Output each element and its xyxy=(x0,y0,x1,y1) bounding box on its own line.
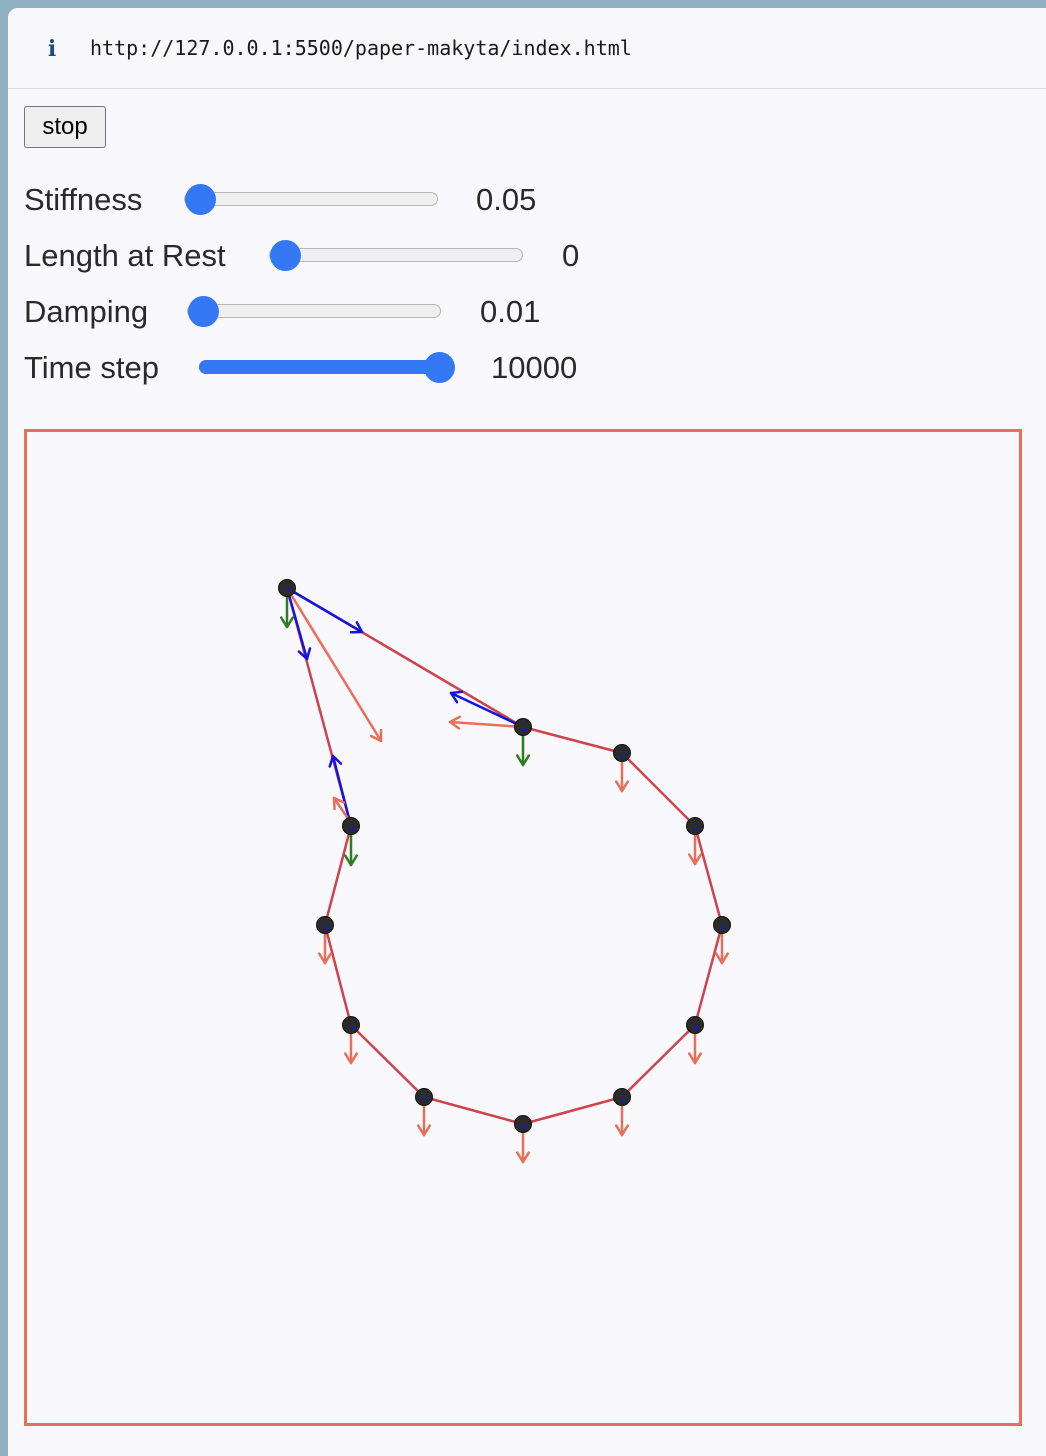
spring-segment xyxy=(323,825,353,926)
damping-value: 0.01 xyxy=(480,294,541,329)
mass-node xyxy=(278,579,296,597)
info-icon[interactable]: i xyxy=(44,37,60,61)
mass-node xyxy=(613,744,631,762)
spring-segment xyxy=(423,1095,524,1126)
mass-node-center xyxy=(423,1097,428,1102)
mass-node xyxy=(713,916,731,934)
mass-node xyxy=(514,718,532,736)
spring-segment xyxy=(350,1024,425,1098)
length-at-rest-value: 0 xyxy=(562,238,580,273)
spring-segment xyxy=(621,752,696,827)
mass-node xyxy=(686,1016,704,1034)
time-step-slider[interactable] xyxy=(199,352,455,383)
browser-window: i http://127.0.0.1:5500/paper-makyta/ind… xyxy=(8,8,1046,1456)
mass-node-center xyxy=(694,1025,699,1030)
length-at-rest-slider-thumb[interactable] xyxy=(270,240,301,271)
stiffness-slider[interactable] xyxy=(184,184,438,215)
spring-segment xyxy=(522,725,623,755)
mass-node-center xyxy=(286,588,291,593)
stiffness-label: Stiffness xyxy=(24,182,143,217)
stiffness-value: 0.05 xyxy=(476,182,537,217)
length-at-rest-slider[interactable] xyxy=(269,240,523,271)
mass-node-center xyxy=(621,753,626,758)
mass-node xyxy=(316,916,334,934)
stop-button[interactable]: stop xyxy=(24,106,106,148)
mass-node xyxy=(686,817,704,835)
damping-slider[interactable] xyxy=(187,296,441,327)
time-step-value: 10000 xyxy=(491,350,578,385)
mass-node-center xyxy=(694,826,699,831)
mass-node xyxy=(514,1115,532,1133)
mass-node-center xyxy=(350,1025,355,1030)
mass-node-center xyxy=(721,925,726,930)
address-bar[interactable]: i http://127.0.0.1:5500/paper-makyta/ind… xyxy=(8,8,1046,89)
time-step-label: Time step xyxy=(24,350,159,385)
simulation-canvas[interactable] xyxy=(24,429,1022,1426)
stiffness-slider-thumb[interactable] xyxy=(185,184,216,215)
mass-node xyxy=(613,1088,631,1106)
mass-node-center xyxy=(522,1124,527,1129)
mass-node xyxy=(342,817,360,835)
spring-segment xyxy=(323,924,353,1026)
page-content: stop Stiffness 0.05 Length at Rest 0 Dam… xyxy=(8,89,1046,1456)
damping-slider-thumb[interactable] xyxy=(188,296,219,327)
time-step-slider-thumb[interactable] xyxy=(424,352,455,383)
spring-segment xyxy=(693,924,724,1026)
mass-node xyxy=(415,1088,433,1106)
spring-segment xyxy=(693,825,724,926)
spring-segment xyxy=(522,1095,623,1126)
mass-node-center xyxy=(324,925,329,930)
mass-node-center xyxy=(621,1097,626,1102)
spring-segment xyxy=(621,1024,696,1098)
mass-node-center xyxy=(350,826,355,831)
mass-node xyxy=(342,1016,360,1034)
url-text[interactable]: http://127.0.0.1:5500/paper-makyta/index… xyxy=(90,36,632,60)
net-force-arrow xyxy=(285,586,383,743)
length-at-rest-label: Length at Rest xyxy=(24,238,226,273)
simulation-drawing xyxy=(278,579,731,1164)
damping-label: Damping xyxy=(24,294,149,329)
mass-node-center xyxy=(522,727,527,732)
